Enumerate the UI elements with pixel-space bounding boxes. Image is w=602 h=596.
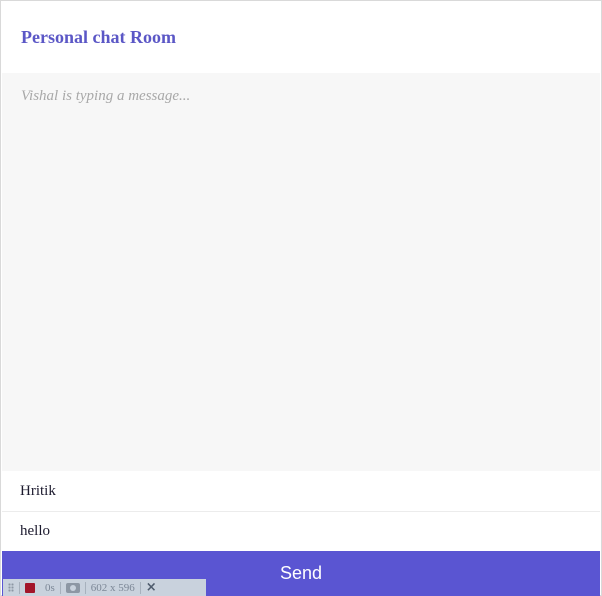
screenshot-button[interactable] [61, 579, 85, 596]
name-input[interactable] [2, 472, 600, 511]
close-icon: × [145, 580, 157, 595]
record-button[interactable] [20, 579, 40, 596]
camera-icon [65, 582, 80, 593]
record-icon [25, 582, 35, 593]
drag-handle-icon [8, 583, 14, 592]
dimensions-value: 602 x 596 [90, 581, 135, 594]
dimensions-readout: 602 x 596 [86, 579, 140, 596]
timer-value: 0s [45, 581, 55, 594]
timer: 0s [40, 579, 60, 596]
message-input[interactable] [2, 511, 600, 550]
chat-header: Personal chat Room [2, 2, 600, 73]
drag-handle[interactable] [3, 579, 19, 596]
recorder-toolbar: 0s 602 x 596 × [3, 579, 206, 596]
chat-window[interactable]: Vishal is typing a message... [2, 73, 600, 471]
close-button[interactable]: × [141, 579, 162, 596]
chat-app: Personal chat Room Vishal is typing a me… [0, 0, 602, 596]
typing-indicator: Vishal is typing a message... [21, 88, 191, 104]
page-title: Personal chat Room [21, 27, 176, 47]
